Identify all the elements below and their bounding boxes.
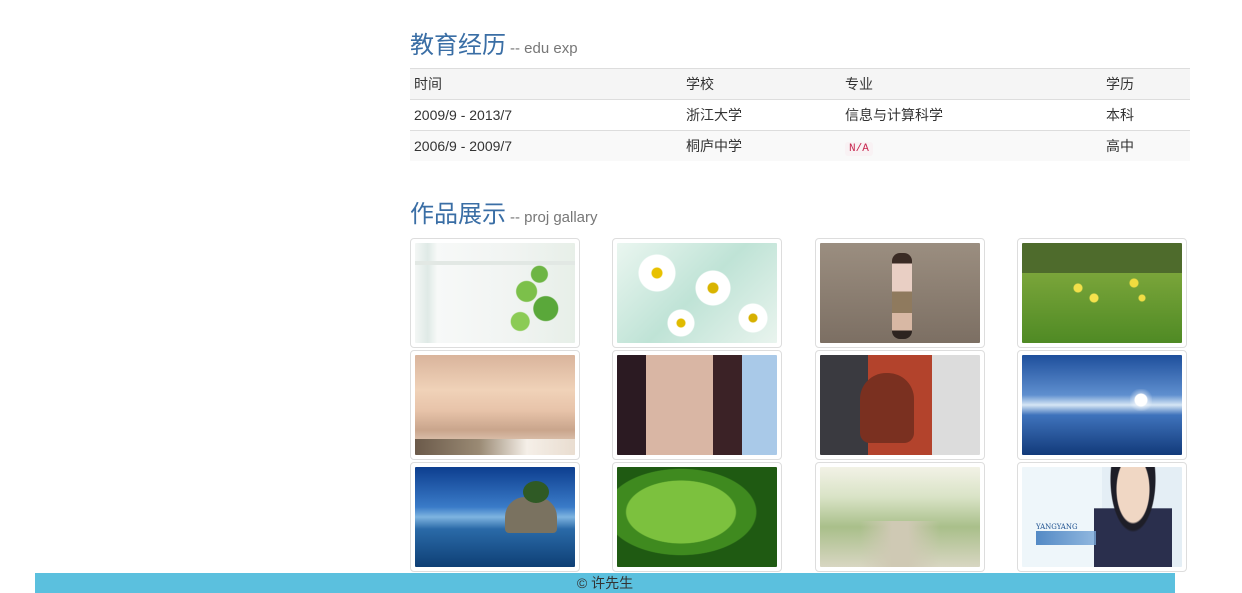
gallery-thumbnail-leaves[interactable] <box>612 462 782 572</box>
header-school: 学校 <box>682 68 841 100</box>
cell-major: 信息与计算科学 <box>841 99 1102 131</box>
header-major: 专业 <box>841 68 1102 100</box>
gallery-thumbnail-girl-red[interactable] <box>815 350 985 460</box>
cell-time: 2006/9 - 2009/7 <box>410 130 682 161</box>
thumbnail-image <box>617 355 777 455</box>
page: 教育经历 -- edu exp 时间 学校 专业 学历 2009/9 - 2013… <box>0 0 1242 593</box>
table-row: 2006/9 - 2009/7 桐庐中学 N/A 高中 <box>410 130 1190 161</box>
gallery-subtitle: -- proj gallary <box>510 209 598 226</box>
education-table: 时间 学校 专业 学历 2009/9 - 2013/7 浙江大学 信息与计算科学… <box>410 68 1190 161</box>
cell-major: N/A <box>841 130 1102 161</box>
cell-time: 2009/9 - 2013/7 <box>410 99 682 131</box>
gallery-title: 作品展示 <box>410 201 506 228</box>
gallery-thumbnail-man[interactable]: YANGYANG <box>1017 462 1187 572</box>
gallery-thumbnail-island[interactable] <box>410 462 580 572</box>
cell-degree: 高中 <box>1102 130 1190 161</box>
gallery-thumbnail-girl-standing[interactable] <box>815 238 985 348</box>
na-code-badge: N/A <box>845 141 873 156</box>
gallery-thumbnail-daisies[interactable] <box>612 238 782 348</box>
gallery-section: 作品展示 -- proj gallary YANGYANG <box>410 197 1190 574</box>
gallery-thumbnail-plant-window[interactable] <box>410 238 580 348</box>
gallery-thumbnail-girl-portrait[interactable] <box>612 350 782 460</box>
thumbnail-image <box>415 355 575 455</box>
gallery-grid: YANGYANG <box>410 238 1190 574</box>
thumbnail-image <box>820 243 980 343</box>
table-header-row: 时间 学校 专业 学历 <box>410 68 1190 100</box>
gallery-thumbnail-road[interactable] <box>815 462 985 572</box>
education-section: 教育经历 -- edu exp 时间 学校 专业 学历 2009/9 - 2013… <box>410 28 1190 161</box>
footer: © 许先生 <box>35 573 1175 593</box>
cell-degree: 本科 <box>1102 99 1190 131</box>
thumbnail-image <box>415 467 575 567</box>
education-title: 教育经历 <box>410 32 506 59</box>
education-heading: 教育经历 -- edu exp <box>410 28 1190 64</box>
thumbnail-image <box>820 355 980 455</box>
table-row: 2009/9 - 2013/7 浙江大学 信息与计算科学 本科 <box>410 99 1190 131</box>
gallery-thumbnail-sea[interactable] <box>1017 350 1187 460</box>
gallery-thumbnail-mountains[interactable] <box>410 350 580 460</box>
header-degree: 学历 <box>1102 68 1190 100</box>
header-time: 时间 <box>410 68 682 100</box>
thumbnail-image <box>820 467 980 567</box>
thumbnail-image <box>617 243 777 343</box>
thumbnail-image <box>415 243 575 343</box>
thumbnail-image: YANGYANG <box>1022 467 1182 567</box>
thumbnail-caption: YANGYANG <box>1036 523 1078 531</box>
cell-school: 浙江大学 <box>682 99 841 131</box>
thumbnail-image <box>617 467 777 567</box>
thumbnail-image <box>1022 243 1182 343</box>
education-subtitle: -- edu exp <box>510 40 578 57</box>
thumbnail-image <box>1022 355 1182 455</box>
cell-school: 桐庐中学 <box>682 130 841 161</box>
gallery-heading: 作品展示 -- proj gallary <box>410 197 1190 233</box>
footer-copyright: © 许先生 <box>576 575 634 591</box>
gallery-thumbnail-yellow-flowers[interactable] <box>1017 238 1187 348</box>
